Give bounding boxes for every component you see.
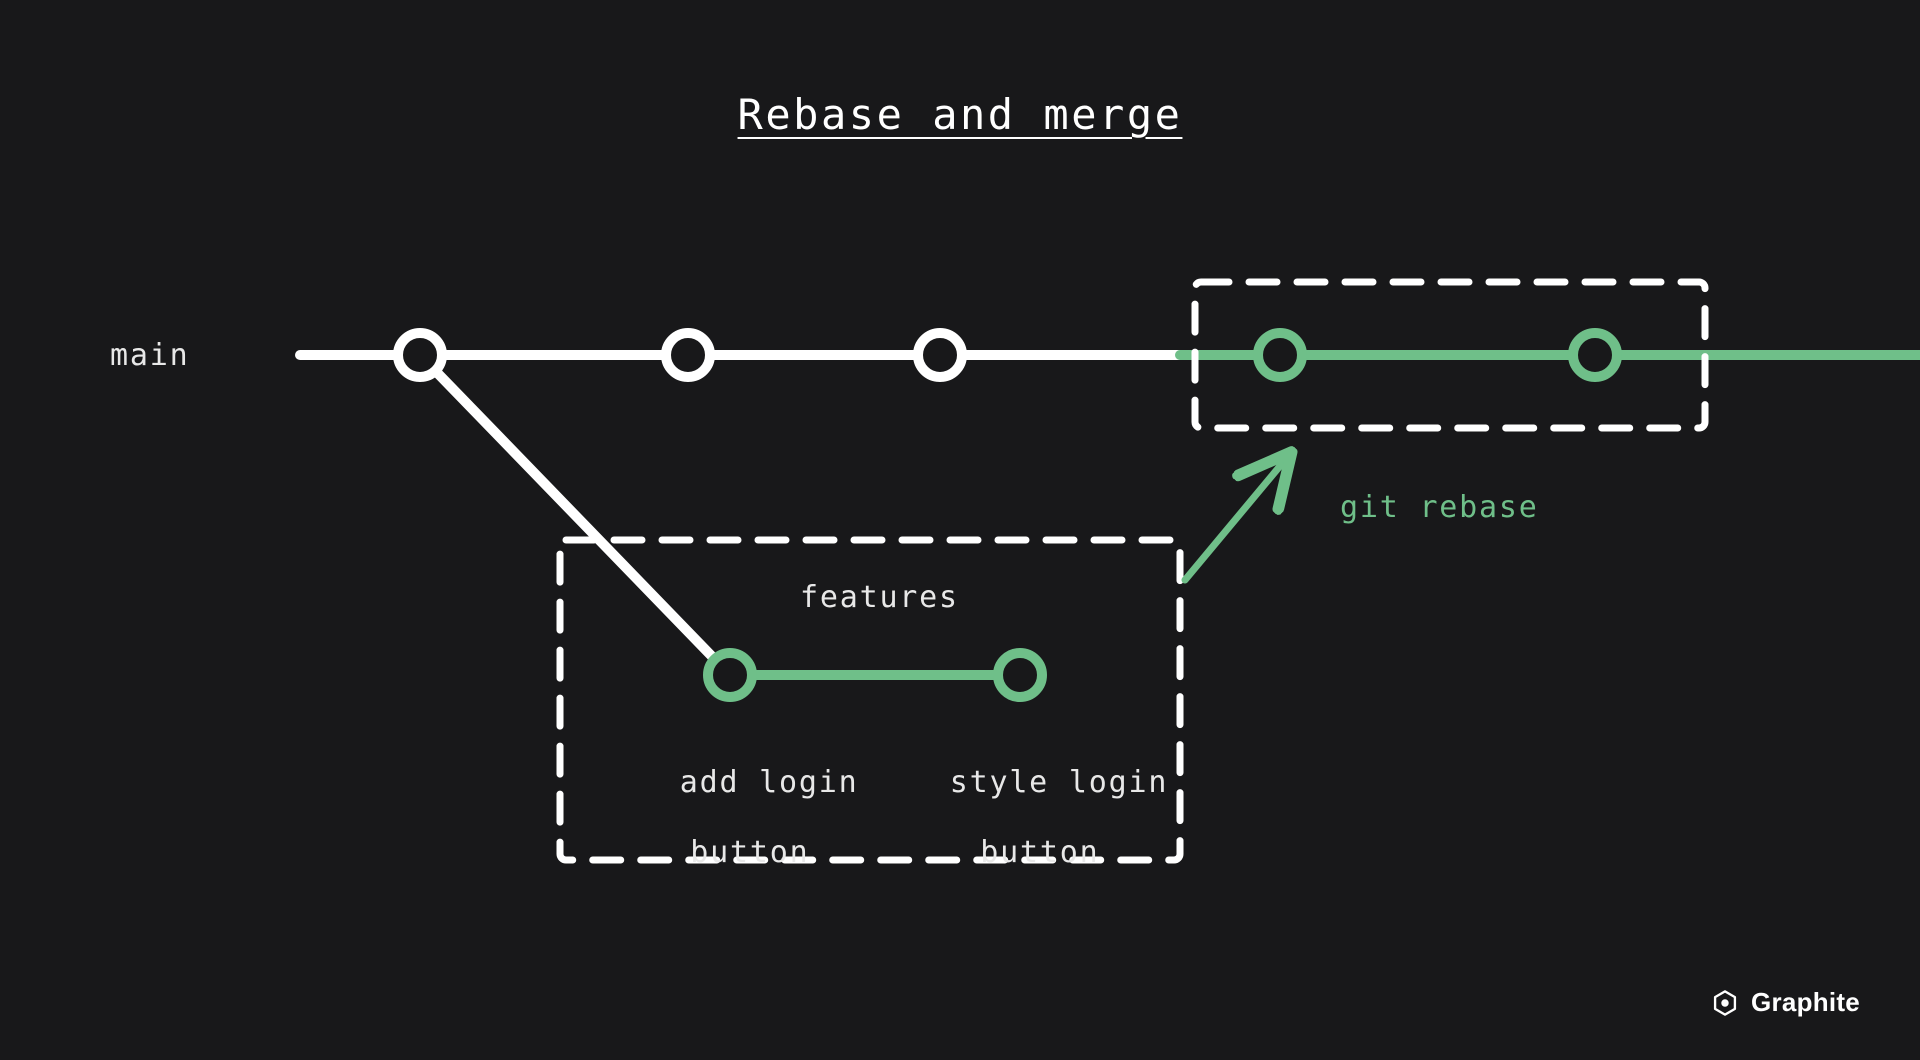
commit-label-line: button <box>980 835 1099 870</box>
git-rebase-label: git rebase <box>1340 490 1539 525</box>
feature-commit-node <box>708 653 752 697</box>
commit-label-line: button <box>690 835 809 870</box>
rebased-commit-node <box>1573 333 1617 377</box>
main-commit-node <box>398 333 442 377</box>
brand-logo: Graphite <box>1711 987 1860 1018</box>
commit-label-style-login: style login button <box>910 730 1130 870</box>
features-branch-label: features <box>800 580 959 615</box>
commit-label-line: add login <box>680 765 859 800</box>
commit-label-add-login: add login button <box>640 730 820 870</box>
main-commit-node <box>918 333 962 377</box>
rebased-commit-node <box>1258 333 1302 377</box>
main-branch-label: main <box>110 338 189 373</box>
feature-commit-node <box>998 653 1042 697</box>
git-diagram <box>0 0 1920 1060</box>
rebase-arrow <box>1185 460 1285 580</box>
main-commit-node <box>666 333 710 377</box>
graphite-icon <box>1711 989 1739 1017</box>
brand-text: Graphite <box>1751 987 1860 1018</box>
diagram-title: Rebase and merge <box>738 90 1183 139</box>
commit-label-line: style login <box>950 765 1168 800</box>
branch-line-to-features <box>420 355 730 675</box>
